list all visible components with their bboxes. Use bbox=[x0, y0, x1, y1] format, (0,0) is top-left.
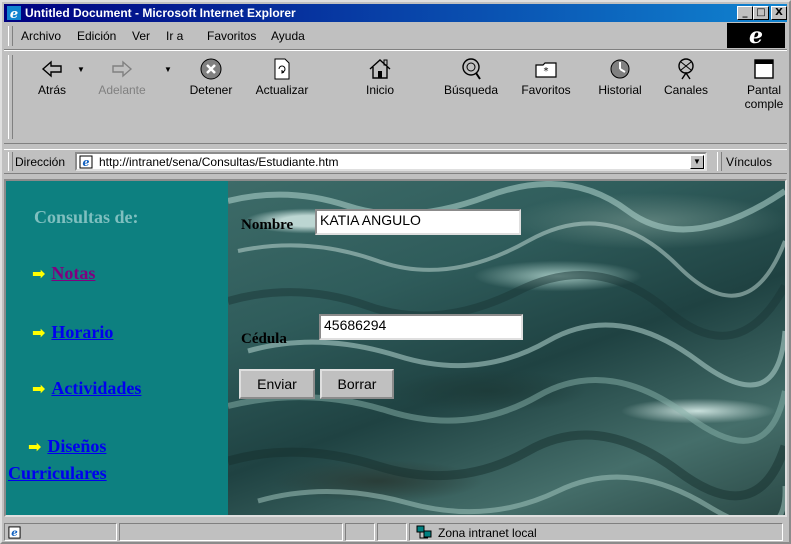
page-icon: e bbox=[79, 155, 93, 169]
address-input[interactable]: e http://intranet/sena/Consultas/Estudia… bbox=[75, 152, 707, 171]
fullscreen-button[interactable]: Pantal comple bbox=[742, 57, 786, 111]
links-grip[interactable] bbox=[717, 152, 722, 171]
arrow-right-icon: ➡ bbox=[32, 264, 46, 283]
svg-text:e: e bbox=[10, 7, 18, 20]
menu-ayuda[interactable]: Ayuda bbox=[271, 29, 305, 43]
stop-icon bbox=[200, 58, 222, 80]
search-label: Búsqueda bbox=[443, 83, 499, 97]
menu-ver[interactable]: Ver bbox=[132, 29, 150, 43]
maximize-button[interactable]: □ bbox=[753, 6, 769, 20]
nav-link-actividades[interactable]: Actividades bbox=[51, 378, 141, 398]
menu-bar: Archivo Edición Ver Ir a Favoritos Ayuda… bbox=[4, 23, 787, 50]
status-panel-1 bbox=[345, 523, 375, 541]
home-label: Inicio bbox=[365, 83, 394, 97]
menu-archivo[interactable]: Archivo bbox=[21, 29, 61, 43]
intranet-zone-icon bbox=[416, 525, 432, 539]
back-button[interactable]: Atrás bbox=[32, 57, 72, 97]
nombre-label: Nombre bbox=[241, 217, 294, 233]
history-button[interactable]: Historial bbox=[592, 57, 648, 97]
enviar-button[interactable]: Enviar bbox=[239, 369, 315, 399]
nav-link-horario[interactable]: Horario bbox=[51, 322, 113, 342]
channels-icon bbox=[678, 58, 694, 80]
nav-link-curriculares[interactable]: Curriculares bbox=[8, 463, 107, 483]
status-progress bbox=[119, 523, 343, 541]
sidebar: Consultas de: ➡ Notas ➡ Horario ➡ Actividad… bbox=[6, 181, 228, 515]
browser-window: e Untitled Document - Microsoft Internet… bbox=[0, 0, 791, 544]
fullscreen-icon bbox=[754, 59, 774, 79]
stop-label: Detener bbox=[189, 83, 233, 97]
arrow-right-icon: ➡ bbox=[32, 379, 46, 398]
zone-label: Zona intranet local bbox=[438, 526, 537, 540]
svg-text:e: e bbox=[11, 527, 18, 539]
status-bar: e Zona intranet local bbox=[4, 521, 787, 543]
svg-text:*: * bbox=[544, 66, 549, 77]
home-button[interactable]: Inicio bbox=[356, 57, 404, 97]
ie-logo-icon: e bbox=[7, 6, 21, 20]
borrar-button[interactable]: Borrar bbox=[320, 369, 394, 399]
favorites-button[interactable]: * Favoritos bbox=[512, 57, 580, 97]
back-label: Atrás bbox=[37, 83, 66, 97]
nav-item-actividades[interactable]: ➡ Actividades bbox=[32, 378, 141, 399]
nav-link-notas[interactable]: Notas bbox=[51, 263, 95, 283]
refresh-icon bbox=[274, 58, 290, 80]
status-main: e bbox=[4, 523, 117, 541]
refresh-button[interactable]: Actualizar bbox=[244, 57, 320, 97]
ie-brand-logo: e bbox=[727, 23, 785, 48]
channels-label: Canales bbox=[663, 83, 709, 97]
favorites-label: Favoritos bbox=[521, 83, 571, 97]
nav-item-disenos[interactable]: ➡ Diseños Curriculares bbox=[8, 433, 107, 486]
status-panel-2 bbox=[377, 523, 407, 541]
favorites-icon: * bbox=[535, 62, 557, 78]
nav-item-notas[interactable]: ➡ Notas bbox=[32, 263, 95, 284]
close-button[interactable]: X bbox=[771, 6, 787, 20]
forward-dropdown-icon[interactable]: ▼ bbox=[164, 65, 172, 74]
links-button[interactable]: Vínculos bbox=[726, 155, 772, 169]
ie-brand-icon: e bbox=[749, 22, 763, 49]
search-icon bbox=[462, 58, 481, 80]
nombre-input[interactable]: KATIA ANGULO bbox=[315, 209, 521, 235]
sidebar-title: Consultas de: bbox=[34, 207, 139, 227]
title-bar[interactable]: e Untitled Document - Microsoft Internet… bbox=[4, 4, 787, 22]
minimize-button[interactable]: _ bbox=[737, 6, 753, 20]
window-title: Untitled Document - Microsoft Internet E… bbox=[25, 6, 296, 20]
back-dropdown-icon[interactable]: ▼ bbox=[77, 65, 85, 74]
address-label: Dirección bbox=[15, 155, 66, 169]
nav-item-horario[interactable]: ➡ Horario bbox=[32, 322, 113, 343]
status-zone: Zona intranet local bbox=[409, 523, 783, 541]
menu-grip[interactable] bbox=[8, 26, 13, 46]
forward-label: Adelante bbox=[98, 83, 146, 97]
nav-link-disenos[interactable]: Diseños bbox=[47, 436, 106, 456]
address-dropdown-icon[interactable]: ▼ bbox=[690, 155, 704, 169]
fullscreen-label-2: comple bbox=[744, 97, 784, 111]
address-url: http://intranet/sena/Consultas/Estudiant… bbox=[99, 155, 339, 169]
channels-button[interactable]: Canales bbox=[658, 57, 714, 97]
forward-button[interactable]: Adelante bbox=[92, 57, 152, 97]
menu-favoritos[interactable]: Favoritos bbox=[207, 29, 256, 43]
refresh-label: Actualizar bbox=[255, 83, 309, 97]
cedula-input[interactable]: 45686294 bbox=[319, 314, 523, 340]
fullscreen-label: Pantal bbox=[746, 83, 782, 97]
history-label: Historial bbox=[598, 83, 642, 97]
home-icon bbox=[369, 59, 391, 79]
standard-toolbar: Atrás ▼ Adelante ▼ Detener Actualizar In… bbox=[4, 50, 787, 144]
history-icon bbox=[610, 59, 630, 79]
menu-edicion[interactable]: Edición bbox=[77, 29, 116, 43]
cedula-label: Cédula bbox=[241, 331, 287, 347]
forward-arrow-icon bbox=[112, 60, 133, 78]
address-bar: Dirección e http://intranet/sena/Consult… bbox=[4, 149, 787, 174]
address-grip[interactable] bbox=[8, 152, 13, 171]
stop-button[interactable]: Detener bbox=[182, 57, 240, 97]
toolbar-grip[interactable] bbox=[8, 55, 13, 139]
page-content: Consultas de: ➡ Notas ➡ Horario ➡ Actividad… bbox=[4, 179, 787, 517]
menu-ir-a[interactable]: Ir a bbox=[166, 29, 183, 43]
search-button[interactable]: Búsqueda bbox=[434, 57, 508, 97]
arrow-right-icon: ➡ bbox=[28, 437, 42, 456]
arrow-right-icon: ➡ bbox=[32, 323, 46, 342]
svg-text:e: e bbox=[83, 156, 90, 169]
page-status-icon: e bbox=[8, 526, 21, 539]
back-arrow-icon bbox=[41, 60, 62, 78]
